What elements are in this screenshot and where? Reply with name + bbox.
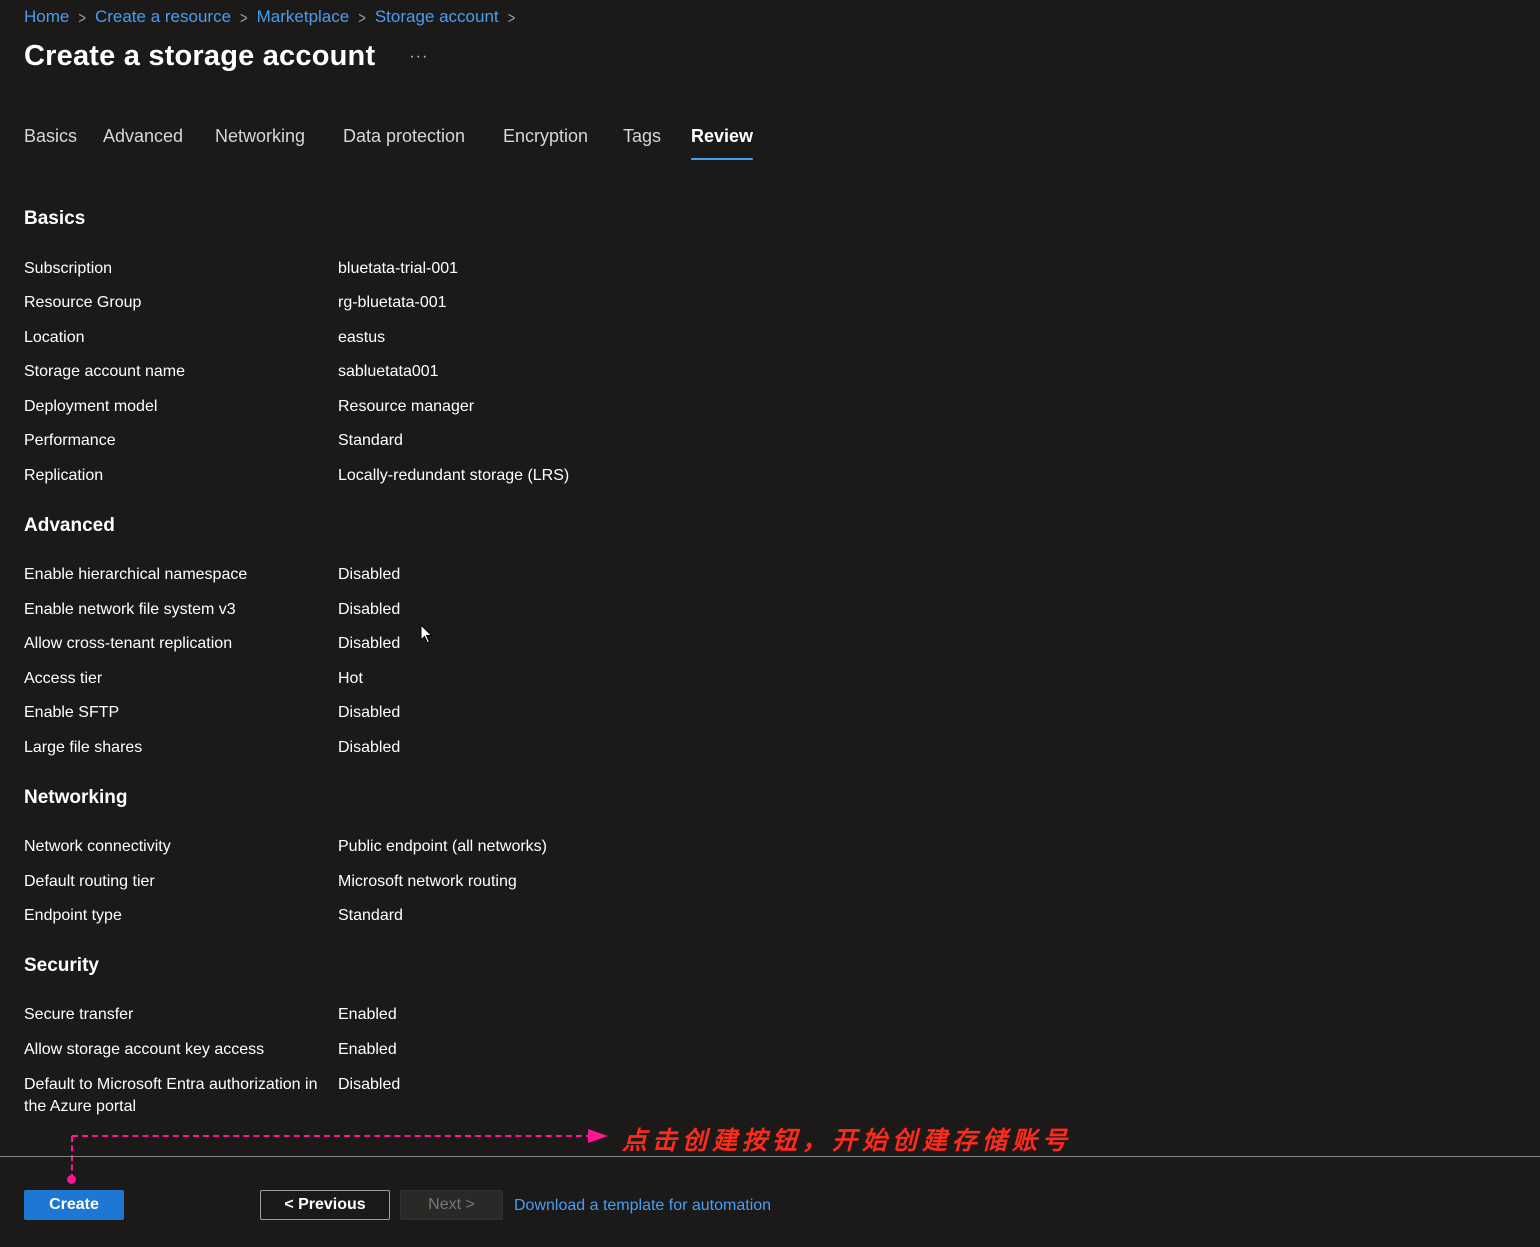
row-label: Network connectivity	[24, 838, 171, 855]
row-value: Enabled	[338, 1006, 397, 1023]
row-label: Enable SFTP	[24, 704, 120, 721]
row-value: bluetata-trial-001	[338, 260, 459, 277]
section-heading-basics: Basics	[24, 208, 86, 229]
annotation-dot	[67, 1175, 76, 1184]
row-label: Access tier	[24, 670, 103, 687]
tab-review[interactable]: Review	[691, 126, 754, 160]
annotation-dashed-line-vertical	[71, 1136, 73, 1180]
row-value: Hot	[338, 670, 363, 687]
row-value: Public endpoint (all networks)	[338, 838, 547, 855]
create-button[interactable]: Create	[24, 1190, 124, 1220]
chevron-right-icon: >	[358, 7, 366, 27]
annotation-dashed-line	[72, 1135, 592, 1137]
row-value: Disabled	[338, 739, 401, 756]
row-value: Standard	[338, 432, 403, 449]
tab-data-protection[interactable]: Data protection	[343, 126, 465, 160]
row-value: Disabled	[338, 1076, 401, 1093]
row-label: Allow storage account key access	[24, 1041, 265, 1058]
row-label: Replication	[24, 467, 104, 484]
more-options-icon[interactable]: ···	[405, 46, 432, 68]
row-value: Disabled	[338, 566, 401, 583]
row-label: Endpoint type	[24, 907, 122, 924]
row-value: sabluetata001	[338, 363, 439, 380]
tab-tags[interactable]: Tags	[623, 126, 661, 160]
row-label: Location	[24, 329, 85, 346]
row-label: Large file shares	[24, 739, 143, 756]
title-row: Create a storage account ···	[24, 40, 432, 73]
create-storage-account-page: Home > Create a resource > Marketplace >…	[0, 0, 1540, 1247]
row-value: Disabled	[338, 635, 401, 652]
download-template-link[interactable]: Download a template for automation	[514, 1197, 771, 1215]
row-label: Enable network file system v3	[24, 601, 236, 618]
chevron-right-icon: >	[507, 7, 516, 27]
row-label: Secure transfer	[24, 1006, 134, 1023]
row-label: Storage account name	[24, 363, 185, 380]
row-label: Subscription	[24, 260, 113, 277]
row-value: Resource manager	[338, 398, 475, 415]
chevron-right-icon: >	[240, 7, 248, 27]
breadcrumb: Home > Create a resource > Marketplace >…	[24, 6, 524, 28]
page-title: Create a storage account	[24, 40, 376, 72]
row-label: Allow cross-tenant replication	[24, 635, 233, 652]
breadcrumb-home[interactable]: Home	[24, 7, 69, 27]
row-label: Default to Microsoft Entra authorization…	[24, 1076, 318, 1115]
section-heading-advanced: Advanced	[24, 515, 115, 536]
row-value: Locally-redundant storage (LRS)	[338, 467, 570, 484]
section-heading-security: Security	[24, 955, 99, 976]
row-label: Performance	[24, 432, 116, 449]
tab-encryption[interactable]: Encryption	[503, 126, 588, 160]
tab-basics[interactable]: Basics	[24, 126, 77, 160]
row-label: Enable hierarchical namespace	[24, 566, 248, 583]
tab-advanced[interactable]: Advanced	[103, 126, 183, 160]
row-value: Microsoft network routing	[338, 873, 517, 890]
row-value: Disabled	[338, 601, 401, 618]
chevron-right-icon: >	[78, 7, 86, 27]
breadcrumb-storage-account[interactable]: Storage account	[375, 7, 499, 27]
row-label: Deployment model	[24, 398, 158, 415]
section-heading-networking: Networking	[24, 787, 128, 808]
previous-button[interactable]: < Previous	[260, 1190, 390, 1220]
row-value: rg-bluetata-001	[338, 294, 447, 311]
footer-divider	[0, 1156, 1540, 1157]
row-label: Resource Group	[24, 294, 142, 311]
breadcrumb-create-a-resource[interactable]: Create a resource	[95, 7, 231, 27]
mouse-pointer-icon	[420, 624, 433, 644]
row-value: Disabled	[338, 704, 401, 721]
tab-networking[interactable]: Networking	[215, 126, 305, 160]
row-label: Default routing tier	[24, 873, 155, 890]
row-value: Standard	[338, 907, 403, 924]
row-value: eastus	[338, 329, 386, 346]
breadcrumb-marketplace[interactable]: Marketplace	[257, 7, 350, 27]
next-button[interactable]: Next >	[400, 1190, 503, 1220]
row-value: Enabled	[338, 1041, 397, 1058]
annotation-arrow-icon	[588, 1129, 608, 1143]
annotation-text: 点击创建按钮，开始创建存储账号	[622, 1126, 1073, 1155]
